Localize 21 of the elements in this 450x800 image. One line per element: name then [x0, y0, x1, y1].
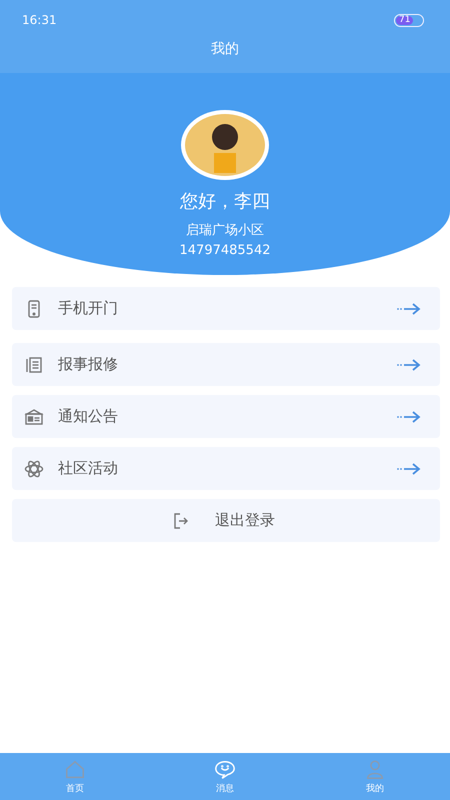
logout-button[interactable]: 退出登录	[12, 499, 440, 542]
menu-item[interactable]: 通知公告	[12, 395, 440, 438]
greeting: 您好，李四	[180, 190, 270, 213]
page-title: 我的	[210, 40, 240, 59]
avatar-icon	[180, 109, 270, 181]
menu-item[interactable]: 手机开门	[12, 287, 440, 330]
community-name: 启瑞广场小区	[186, 222, 264, 239]
arrow-icon	[396, 410, 422, 424]
status-time: 16:31	[22, 13, 57, 27]
house-icon	[63, 758, 87, 780]
menu-item[interactable]: 报事报修	[12, 343, 440, 386]
atom-icon	[24, 458, 44, 478]
board-icon	[24, 406, 44, 426]
chat-bubble-icon	[213, 758, 237, 780]
battery-icon: 71	[394, 14, 424, 26]
arrow-icon	[396, 302, 422, 316]
document-icon	[24, 354, 44, 374]
arrow-icon	[396, 358, 422, 372]
arrow-icon	[396, 462, 422, 476]
phone-number: 14797485542	[180, 243, 270, 258]
menu-item[interactable]: 社区活动	[12, 447, 440, 490]
